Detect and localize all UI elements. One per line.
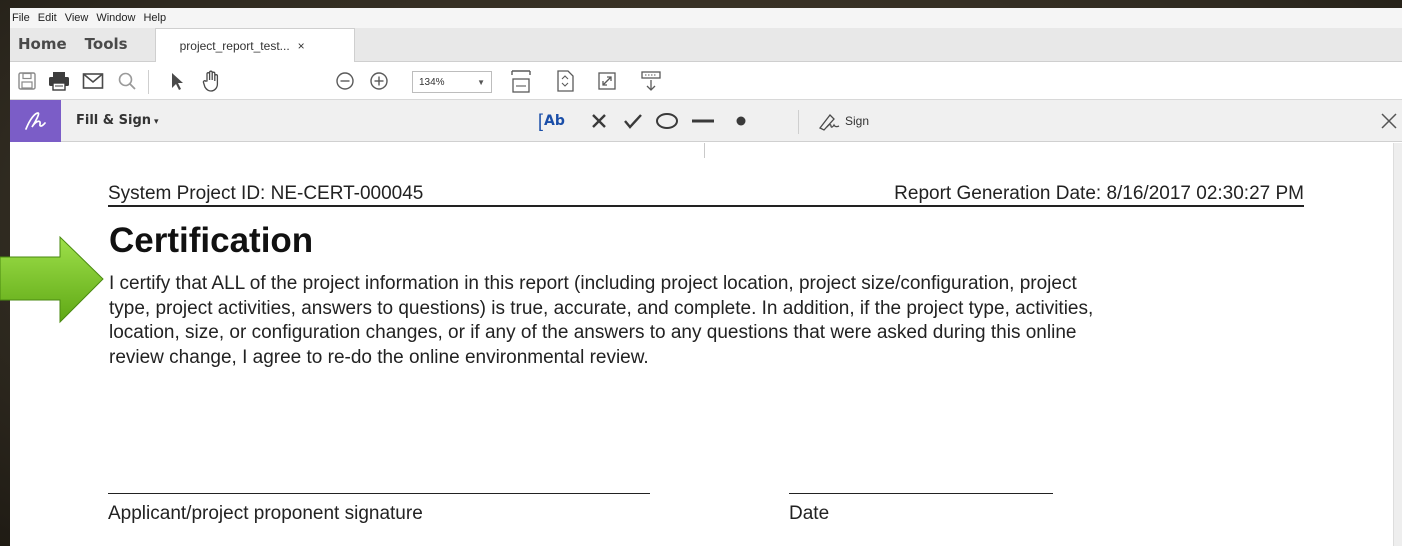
menu-edit[interactable]: Edit bbox=[34, 8, 61, 28]
nav-home[interactable]: Home bbox=[10, 28, 76, 61]
close-tab-icon[interactable]: × bbox=[298, 39, 305, 53]
signature-label: Applicant/project proponent signature bbox=[108, 503, 423, 524]
report-generation-date: Report Generation Date: 8/16/2017 02:30:… bbox=[894, 183, 1304, 204]
fill-sign-tool-icon[interactable] bbox=[10, 100, 61, 142]
read-mode-icon[interactable] bbox=[638, 68, 664, 94]
full-screen-icon[interactable] bbox=[594, 68, 620, 94]
document-page: System Project ID: NE-CERT-000045 Report… bbox=[10, 143, 1393, 546]
zoom-out-icon[interactable] bbox=[332, 68, 358, 94]
certification-line: type, project activities, answers to que… bbox=[109, 297, 1094, 319]
zoom-in-icon[interactable] bbox=[366, 68, 392, 94]
menu-view[interactable]: View bbox=[61, 8, 93, 28]
certification-title: Certification bbox=[109, 221, 314, 260]
search-icon[interactable] bbox=[114, 68, 140, 94]
document-tab-label: project_report_test... bbox=[179, 38, 290, 53]
sign-button[interactable]: Sign bbox=[818, 108, 869, 134]
fill-sign-label: Fill & Sign bbox=[76, 113, 152, 128]
select-arrow-icon[interactable] bbox=[164, 68, 190, 94]
nav-bar: Home Tools project_report_test... × bbox=[10, 28, 1402, 62]
dot-icon[interactable] bbox=[730, 108, 752, 134]
hand-icon[interactable] bbox=[198, 68, 224, 94]
fill-sign-toolbar: Fill & Sign ▾ [ Ab Sign bbox=[10, 100, 1402, 142]
menu-help[interactable]: Help bbox=[139, 8, 170, 28]
cross-mark-icon[interactable] bbox=[588, 108, 610, 134]
sign-icon bbox=[819, 114, 840, 131]
report-header: System Project ID: NE-CERT-000045 Report… bbox=[108, 183, 1304, 207]
fit-page-icon[interactable] bbox=[552, 68, 578, 94]
pdf-reader-window: File Edit View Window Help Home Tools pr… bbox=[10, 8, 1402, 546]
date-label: Date bbox=[789, 503, 830, 524]
main-toolbar: 134% ▼ bbox=[10, 62, 1402, 100]
menu-bar: File Edit View Window Help bbox=[10, 8, 1402, 28]
fit-width-icon[interactable] bbox=[508, 68, 534, 94]
vertical-scrollbar[interactable] bbox=[1393, 143, 1402, 546]
close-icon bbox=[1381, 113, 1397, 129]
toolbar-separator bbox=[798, 110, 799, 134]
certification-line: location, size, or configuration changes… bbox=[109, 322, 1077, 343]
email-icon[interactable] bbox=[80, 68, 106, 94]
chevron-down-icon: ▾ bbox=[154, 117, 159, 127]
certification-line: I certify that ALL of the project inform… bbox=[109, 273, 1077, 294]
nav-tools[interactable]: Tools bbox=[76, 28, 137, 61]
add-text-icon[interactable]: [ Ab bbox=[538, 108, 565, 134]
certification-text: I certify that ALL of the project inform… bbox=[109, 272, 1309, 370]
certification-line: review change, I agree to re-do the onli… bbox=[109, 346, 649, 368]
chevron-down-icon: ▼ bbox=[477, 77, 485, 87]
zoom-select[interactable]: 134% ▼ bbox=[412, 71, 492, 93]
page-divider bbox=[704, 143, 705, 158]
menu-file[interactable]: File bbox=[10, 8, 34, 28]
menu-window[interactable]: Window bbox=[92, 8, 139, 28]
document-tab[interactable]: project_report_test... × bbox=[154, 28, 355, 62]
line-icon[interactable] bbox=[690, 108, 716, 134]
date-line bbox=[789, 493, 1053, 494]
sign-label: Sign bbox=[845, 114, 870, 128]
print-icon[interactable] bbox=[46, 68, 72, 94]
save-icon[interactable] bbox=[14, 68, 40, 94]
toolbar-separator bbox=[148, 70, 149, 94]
circle-icon[interactable] bbox=[654, 108, 680, 134]
zoom-value: 134% bbox=[419, 76, 445, 88]
fill-sign-menu[interactable]: Fill & Sign ▾ bbox=[76, 100, 159, 143]
add-text-label: Ab bbox=[544, 113, 565, 129]
signature-line bbox=[108, 493, 650, 494]
green-arrow-icon bbox=[0, 235, 104, 324]
project-id: System Project ID: NE-CERT-000045 bbox=[108, 183, 424, 204]
close-fill-sign-button[interactable] bbox=[1376, 100, 1402, 142]
check-mark-icon[interactable] bbox=[622, 108, 644, 134]
